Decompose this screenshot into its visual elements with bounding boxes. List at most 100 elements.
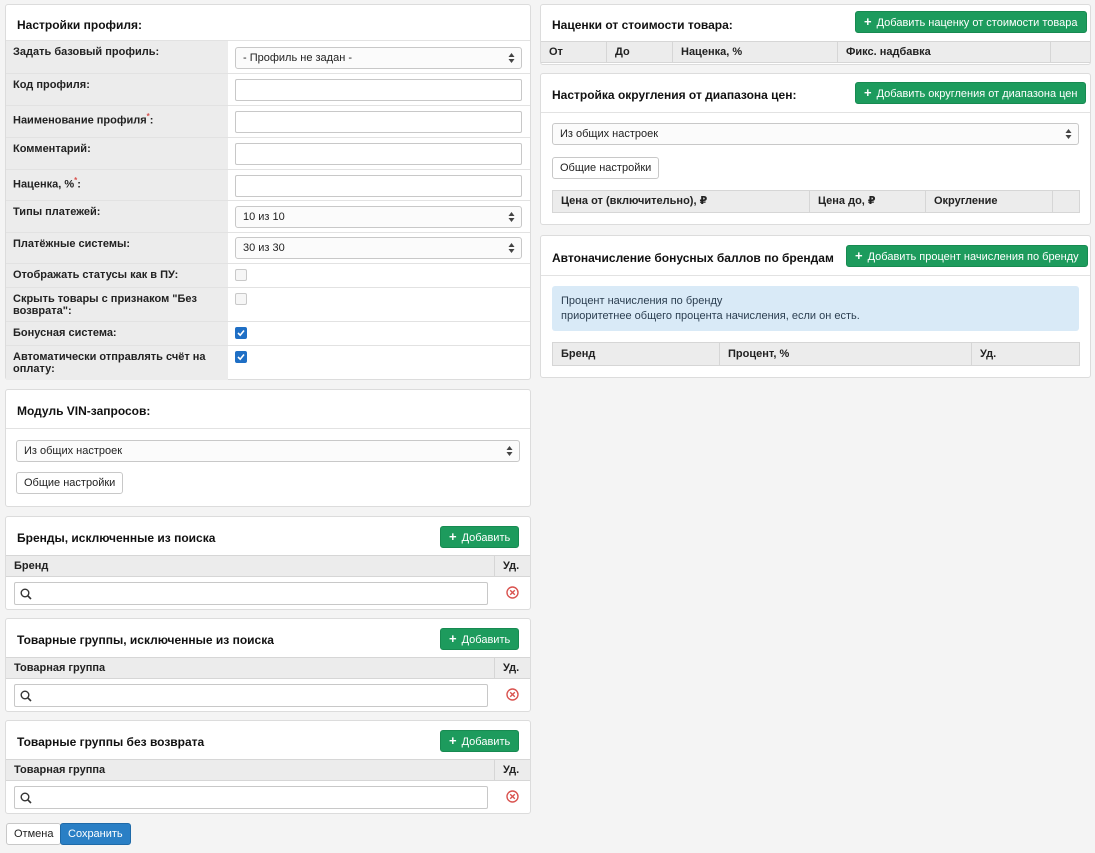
no-return-group-search-input[interactable]: [14, 786, 488, 809]
vin-module-title: Модуль VIN-запросов:: [17, 404, 151, 418]
delete-circle-icon[interactable]: [506, 586, 519, 599]
profile-code-label: Код профиля:: [6, 74, 228, 105]
vin-select-value: Из общих настроек: [24, 445, 123, 457]
no-return-groups-panel: Товарные группы без возврата + Добавить Т…: [5, 720, 531, 814]
plus-icon: +: [449, 733, 457, 748]
column-price-from: Цена от (включительно), ₽: [561, 195, 708, 207]
row-hide-no-return: Скрыть товары с признаком "Без возврата"…: [6, 287, 530, 321]
row-payment-systems: Платёжные системы: 30 из 30: [6, 232, 530, 263]
plus-icon: +: [864, 14, 872, 29]
row-bonus-system: Бонусная система:: [6, 321, 530, 345]
profile-settings-title: Настройки профиля:: [17, 18, 143, 32]
markup-label-suffix: :: [77, 178, 81, 191]
profile-name-label-suffix: :: [149, 114, 154, 127]
hide-no-return-checkbox[interactable]: [235, 293, 247, 305]
add-no-return-group-button[interactable]: + Добавить: [440, 730, 520, 752]
payment-systems-value: 30 из 30: [243, 242, 285, 254]
column-percent: Процент, %: [719, 343, 971, 365]
base-profile-value: - Профиль не задан -: [243, 52, 353, 64]
column-fixed-addition: Фикс. надбавка: [837, 42, 1050, 62]
vin-general-settings-button[interactable]: Общие настройки: [16, 472, 124, 494]
select-arrows-icon: [506, 446, 513, 456]
column-delete: Уд.: [494, 658, 530, 678]
auto-invoice-checkbox[interactable]: [235, 351, 247, 363]
no-return-groups-title: Товарные группы без возврата: [17, 735, 205, 749]
profile-code-input[interactable]: [235, 79, 522, 101]
row-base-profile: Задать базовый профиль: - Профиль не зад…: [6, 40, 530, 73]
bonus-info-line2: приоритетнее общего процента начисления,…: [561, 310, 860, 322]
markups-panel: Наценки от стоимости товара: + Добавить н…: [540, 4, 1091, 65]
search-icon: [20, 690, 32, 702]
plus-icon: +: [449, 529, 457, 544]
column-product-group: Товарная группа: [14, 662, 106, 674]
plus-icon: +: [449, 631, 457, 646]
column-product-group: Товарная группа: [14, 764, 106, 776]
payment-types-select[interactable]: 10 из 10: [235, 206, 522, 228]
comment-input[interactable]: [235, 143, 522, 165]
comment-label: Комментарий:: [6, 138, 228, 169]
markup-label: Наценка, %*:: [6, 170, 228, 200]
markups-header: От До Наценка, % Фикс. надбавка: [541, 41, 1090, 63]
profile-name-input[interactable]: [235, 111, 522, 133]
excluded-groups-panel: Товарные группы, исключенные из поиска +…: [5, 618, 531, 712]
row-profile-code: Код профиля:: [6, 73, 530, 105]
column-brand: Бренд: [14, 560, 49, 572]
add-excluded-group-label: Добавить: [461, 634, 511, 646]
rounding-general-settings-button[interactable]: Общие настройки: [552, 157, 660, 179]
excluded-brands-header: Бренд Уд.: [6, 555, 530, 577]
auto-invoice-label: Автоматически отправлять счёт на оплату:: [6, 346, 228, 380]
rounding-select[interactable]: Из общих настроек: [552, 123, 1079, 145]
payment-systems-select[interactable]: 30 из 30: [235, 237, 522, 259]
add-excluded-brand-label: Добавить: [461, 532, 511, 544]
column-from: От: [549, 46, 563, 58]
cancel-button[interactable]: Отмена: [6, 823, 62, 845]
excluded-groups-title: Товарные группы, исключенные из поиска: [17, 633, 274, 647]
excluded-groups-header: Товарная группа Уд.: [6, 657, 530, 679]
markup-input[interactable]: [235, 175, 522, 197]
add-rounding-label: Добавить округления от диапазона цен: [876, 88, 1078, 100]
add-excluded-group-button[interactable]: + Добавить: [440, 628, 520, 650]
column-to: До: [606, 42, 672, 62]
row-comment: Комментарий:: [6, 137, 530, 169]
vin-module-panel: Модуль VIN-запросов: Из общих настроек О…: [5, 389, 531, 507]
excluded-brands-title: Бренды, исключенные из поиска: [17, 531, 216, 545]
add-rounding-button[interactable]: + Добавить округления от диапазона цен: [855, 82, 1087, 104]
excluded-brands-panel: Бренды, исключенные из поиска + Добавить …: [5, 516, 531, 610]
rounding-select-value: Из общих настроек: [560, 128, 659, 140]
column-price-to: Цена до, ₽: [809, 191, 925, 212]
row-payment-types: Типы платежей: 10 из 10: [6, 200, 530, 232]
bonus-system-label: Бонусная система:: [6, 322, 228, 345]
bonus-system-checkbox[interactable]: [235, 327, 247, 339]
row-profile-name: Наименование профиля*:: [6, 105, 530, 137]
select-arrows-icon: [508, 212, 515, 222]
brand-search-input[interactable]: [14, 582, 488, 605]
column-rounding: Округление: [925, 191, 1052, 212]
show-statuses-checkbox[interactable]: [235, 269, 247, 281]
markup-label-text: Наценка, %: [13, 178, 75, 191]
check-icon: [237, 329, 245, 337]
delete-circle-icon[interactable]: [506, 790, 519, 803]
column-markup-percent: Наценка, %: [672, 42, 837, 62]
add-excluded-brand-button[interactable]: + Добавить: [440, 526, 520, 548]
group-search-input[interactable]: [14, 684, 488, 707]
column-delete: Уд.: [494, 760, 530, 780]
vin-select[interactable]: Из общих настроек: [16, 440, 520, 462]
profile-settings-panel: Настройки профиля: Задать базовый профил…: [5, 4, 531, 380]
save-button[interactable]: Сохранить: [60, 823, 131, 845]
delete-circle-icon[interactable]: [506, 688, 519, 701]
column-brand: Бренд: [561, 348, 596, 360]
search-icon: [20, 588, 32, 600]
profile-name-label-text: Наименование профиля: [13, 114, 147, 127]
add-bonus-percent-button[interactable]: + Добавить процент начисления по бренду: [846, 245, 1088, 267]
no-return-groups-header: Товарная группа Уд.: [6, 759, 530, 781]
row-auto-invoice: Автоматически отправлять счёт на оплату:: [6, 345, 530, 380]
base-profile-select[interactable]: - Профиль не задан -: [235, 47, 522, 69]
rounding-panel: Настройка округления от диапазона цен: +…: [540, 73, 1091, 225]
add-bonus-percent-label: Добавить процент начисления по бренду: [867, 251, 1079, 263]
show-statuses-label: Отображать статусы как в ПУ:: [6, 264, 228, 287]
add-no-return-group-label: Добавить: [461, 736, 511, 748]
hide-no-return-label: Скрыть товары с признаком "Без возврата"…: [6, 288, 228, 321]
add-markup-button[interactable]: + Добавить наценку от стоимости товара: [855, 11, 1087, 33]
payment-types-value: 10 из 10: [243, 211, 285, 223]
add-markup-label: Добавить наценку от стоимости товара: [876, 17, 1078, 29]
